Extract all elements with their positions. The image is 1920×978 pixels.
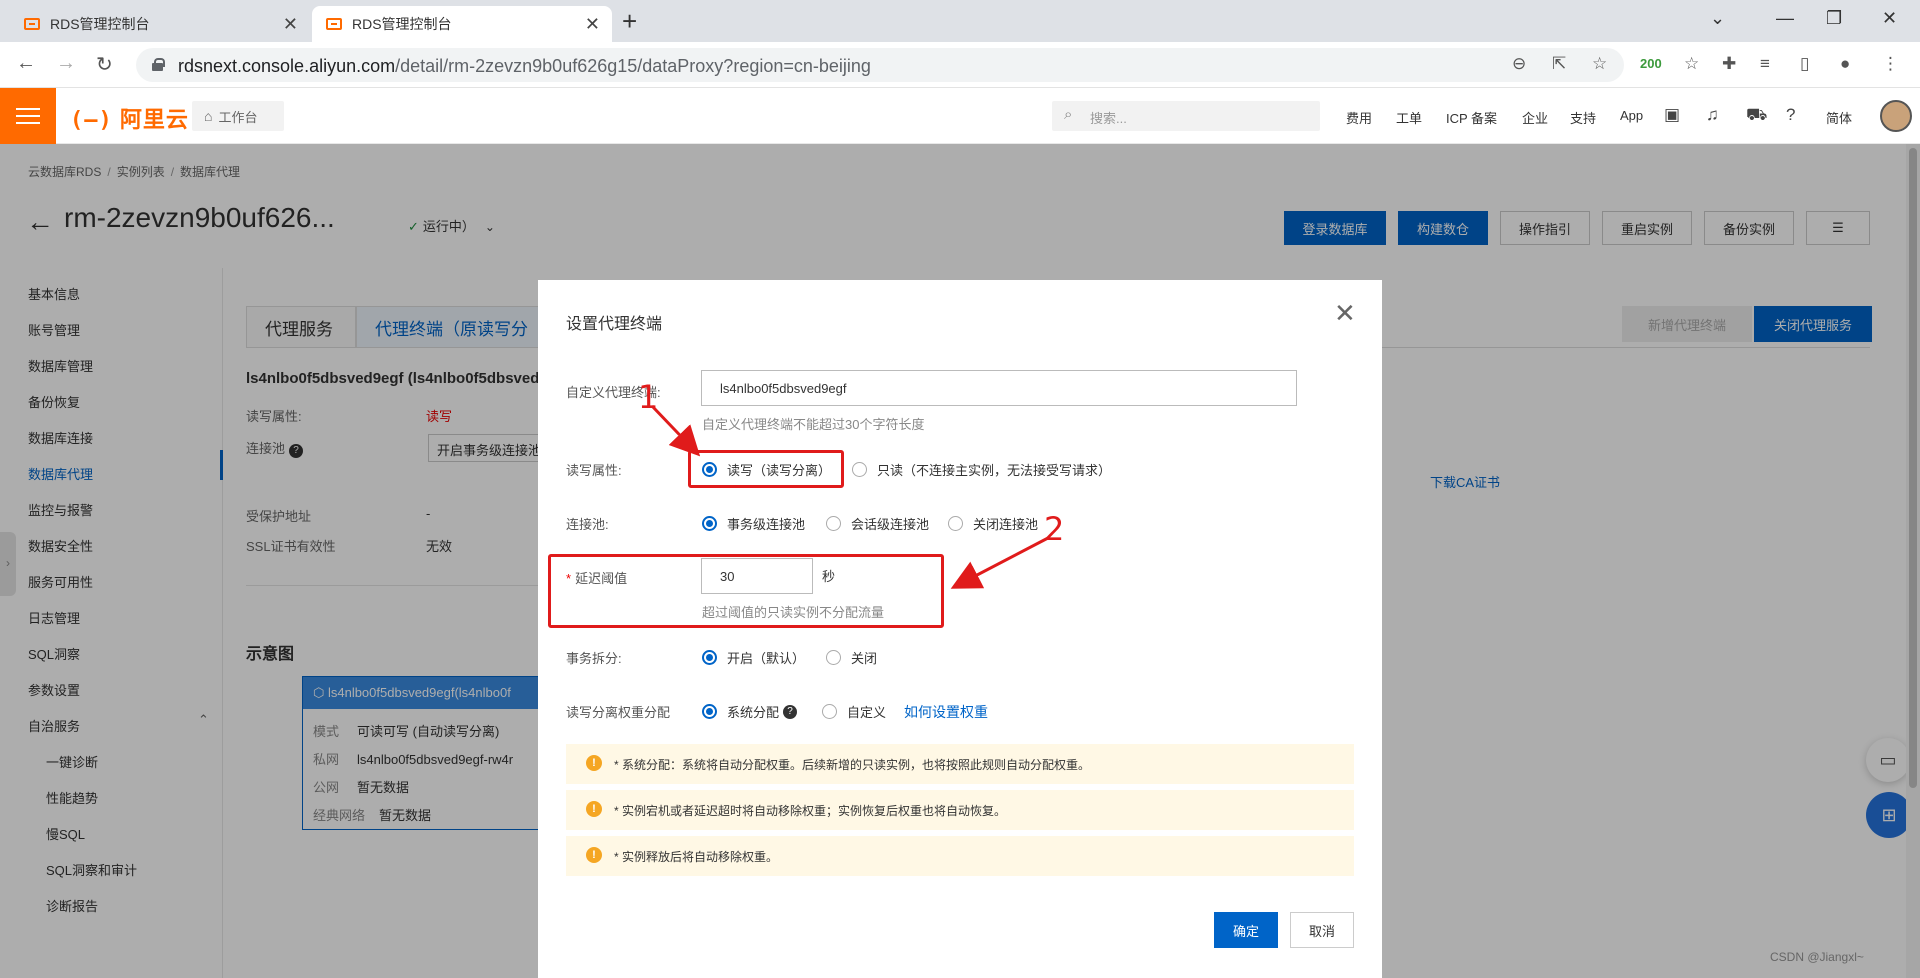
home-icon: ⌂ — [204, 108, 213, 124]
confirm-button[interactable]: 确定 — [1214, 912, 1278, 948]
browser-tab-bar: RDS管理控制台 ✕ RDS管理控制台 ✕ + ⌄ — ❐ ✕ — [0, 0, 1920, 42]
radio-read-only[interactable]: 只读（不连接主实例，无法接受写请求） — [852, 460, 1111, 479]
share-icon[interactable]: ⇱ — [1552, 54, 1566, 74]
tab-title: RDS管理控制台 — [352, 16, 452, 32]
new-tab-icon[interactable]: + — [622, 6, 637, 37]
warning-icon: ! — [586, 847, 602, 863]
console-top-nav: (–) 阿里云 ⌂ 工作台 ⌕ 搜索... 费用 工单 ICP 备案 企业 支持 … — [0, 88, 1920, 144]
set-endpoint-dialog: 设置代理终端 ✕ 自定义代理终端: ls4nlbo0f5dbsved9egf 自… — [538, 280, 1382, 978]
bookmark-star-icon[interactable]: ☆ — [1592, 54, 1607, 74]
aliyun-favicon-icon — [24, 18, 40, 30]
tab-close-icon[interactable]: ✕ — [585, 14, 600, 35]
radio-button[interactable] — [702, 516, 717, 531]
language-switch[interactable]: 简体 — [1826, 108, 1852, 127]
nav-link-icp[interactable]: ICP 备案 — [1446, 108, 1497, 127]
console-search-input[interactable]: ⌕ 搜索... — [1052, 101, 1320, 131]
cart-icon[interactable]: ⛟ — [1746, 105, 1767, 127]
notice-system-weight: ! * 系统分配：系统将自动分配权重。后续新增的只读实例，也将按照此规则自动分配权… — [566, 744, 1354, 784]
radio-button[interactable] — [852, 462, 867, 477]
notification-bell-icon[interactable]: ♫ — [1706, 105, 1719, 125]
radio-weight-custom[interactable]: 自定义 — [822, 702, 886, 721]
nav-link-support[interactable]: 支持 — [1570, 108, 1596, 127]
annotation-box-1 — [688, 450, 844, 488]
radio-transaction-pool[interactable]: 事务级连接池 — [702, 514, 805, 533]
notice-release: ! * 实例释放后将自动移除权重。 — [566, 836, 1354, 876]
custom-endpoint-hint: 自定义代理终端不能超过30个字符长度 — [702, 417, 925, 432]
restore-icon[interactable]: ❐ — [1826, 8, 1842, 29]
lock-icon — [152, 58, 165, 71]
tab-title: RDS管理控制台 — [50, 16, 150, 32]
radio-button[interactable] — [826, 650, 841, 665]
annotation-number-2: 2 — [1044, 510, 1065, 548]
tab-close-icon[interactable]: ✕ — [283, 14, 298, 35]
radio-button[interactable] — [702, 650, 717, 665]
search-placeholder: 搜索... — [1090, 111, 1127, 126]
transaction-split-label: 事务拆分: — [566, 651, 622, 666]
radio-session-pool[interactable]: 会话级连接池 — [826, 514, 929, 533]
aliyun-logo[interactable]: (–) 阿里云 — [70, 102, 189, 134]
search-icon: ⌕ — [1064, 106, 1073, 123]
aliyun-favicon-icon — [326, 18, 342, 30]
annotation-number-1: 1 — [638, 378, 659, 416]
address-bar: ← → ↻ rdsnext.console.aliyun.com/detail/… — [0, 42, 1920, 88]
nav-link-billing[interactable]: 费用 — [1346, 108, 1372, 127]
browser-tab-active[interactable]: RDS管理控制台 ✕ — [312, 6, 612, 42]
radio-button[interactable] — [826, 516, 841, 531]
minimize-icon[interactable]: — — [1776, 8, 1794, 29]
rw-attribute-label: 读写属性: — [566, 463, 622, 478]
tab-search-chevron-icon[interactable]: ⌄ — [1710, 8, 1725, 29]
radio-split-off[interactable]: 关闭 — [826, 648, 877, 667]
url-field[interactable]: rdsnext.console.aliyun.com/detail/rm-2ze… — [136, 48, 1624, 82]
watermark: CSDN @Jiangxl~ — [1770, 950, 1864, 964]
nav-link-enterprise[interactable]: 企业 — [1522, 108, 1548, 127]
favorites-icon[interactable]: ☆ — [1684, 54, 1699, 74]
close-icon[interactable]: ✕ — [1334, 298, 1356, 329]
cloud-shell-icon[interactable]: ▣ — [1664, 105, 1680, 125]
radio-split-on[interactable]: 开启（默认） — [702, 648, 805, 667]
radio-button[interactable] — [822, 704, 837, 719]
side-panel-icon[interactable]: ▯ — [1800, 54, 1809, 74]
workbench-button[interactable]: ⌂ 工作台 — [192, 101, 284, 131]
dialog-title: 设置代理终端 — [566, 316, 663, 333]
browser-tab[interactable]: RDS管理控制台 ✕ — [10, 6, 310, 42]
warning-icon: ! — [586, 801, 602, 817]
radio-close-pool[interactable]: 关闭连接池 — [948, 514, 1038, 533]
radio-weight-system[interactable]: 系统分配? — [702, 702, 798, 721]
nav-link-app[interactable]: App — [1620, 108, 1643, 123]
warning-icon: ! — [586, 755, 602, 771]
radio-button[interactable] — [702, 704, 717, 719]
nav-link-ticket[interactable]: 工单 — [1396, 108, 1422, 127]
extensions-puzzle-icon[interactable]: ✚ — [1722, 54, 1736, 74]
help-icon[interactable]: ? — [1786, 105, 1795, 125]
cancel-button[interactable]: 取消 — [1290, 912, 1354, 948]
forward-arrow-icon[interactable]: → — [56, 52, 76, 75]
pool-label: 连接池: — [566, 517, 609, 532]
hamburger-menu-icon[interactable] — [0, 88, 56, 144]
back-arrow-icon[interactable]: ← — [16, 52, 36, 75]
weight-label: 读写分离权重分配 — [566, 705, 671, 720]
radio-button[interactable] — [948, 516, 963, 531]
profile-icon[interactable]: ● — [1840, 54, 1850, 74]
annotation-box-2 — [548, 554, 944, 628]
how-to-set-weight-link[interactable]: 如何设置权重 — [904, 702, 988, 722]
zoom-icon[interactable]: ⊖ — [1512, 54, 1526, 74]
notice-auto-remove: ! * 实例宕机或者延迟超时将自动移除权重；实例恢复后权重也将自动恢复。 — [566, 790, 1354, 830]
help-icon[interactable]: ? — [783, 704, 798, 719]
user-avatar[interactable] — [1880, 100, 1912, 132]
extension-badge[interactable]: 200 — [1640, 56, 1662, 71]
window-close-icon[interactable]: ✕ — [1882, 8, 1897, 29]
browser-menu-icon[interactable]: ⋮ — [1882, 54, 1899, 74]
reload-icon[interactable]: ↻ — [96, 52, 113, 77]
url-text: rdsnext.console.aliyun.com/detail/rm-2ze… — [178, 56, 871, 76]
custom-endpoint-input[interactable]: ls4nlbo0f5dbsved9egf — [701, 370, 1297, 406]
reading-list-icon[interactable]: ≡ — [1760, 54, 1770, 74]
